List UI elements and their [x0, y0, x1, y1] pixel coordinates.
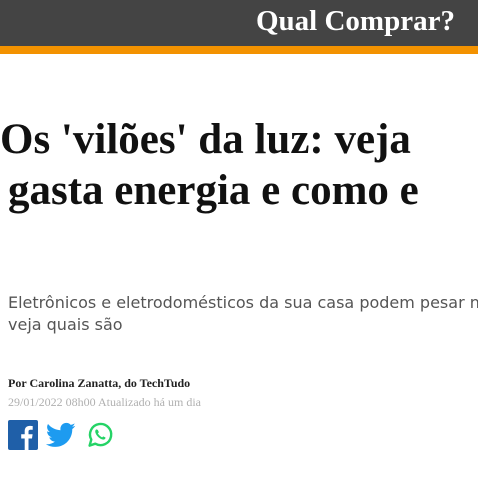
headline-line-2: gasta energia e como e	[8, 167, 419, 214]
author-byline: Por Carolina Zanatta, do TechTudo	[8, 376, 191, 390]
subtitle-line-2: veja quais são	[8, 315, 123, 334]
subtitle-line-1: Eletrônicos e eletrodomésticos da sua ca…	[8, 293, 478, 312]
article-subtitle: Eletrônicos e eletrodomésticos da sua ca…	[8, 292, 478, 336]
section-title[interactable]: Qual Comprar?	[256, 3, 455, 39]
headline-line-1: Os 'vilões' da luz: veja	[0, 116, 411, 163]
header-accent-line	[0, 46, 478, 54]
whatsapp-icon[interactable]	[85, 420, 115, 450]
publish-date: 29/01/2022 08h00 Atualizado há um dia	[8, 395, 201, 409]
site-header-bar: Qual Comprar?	[0, 0, 478, 46]
facebook-icon[interactable]	[8, 420, 38, 450]
article-headline: Os 'vilões' da luz: veja gasta energia e…	[0, 114, 419, 216]
twitter-icon[interactable]	[46, 420, 76, 450]
